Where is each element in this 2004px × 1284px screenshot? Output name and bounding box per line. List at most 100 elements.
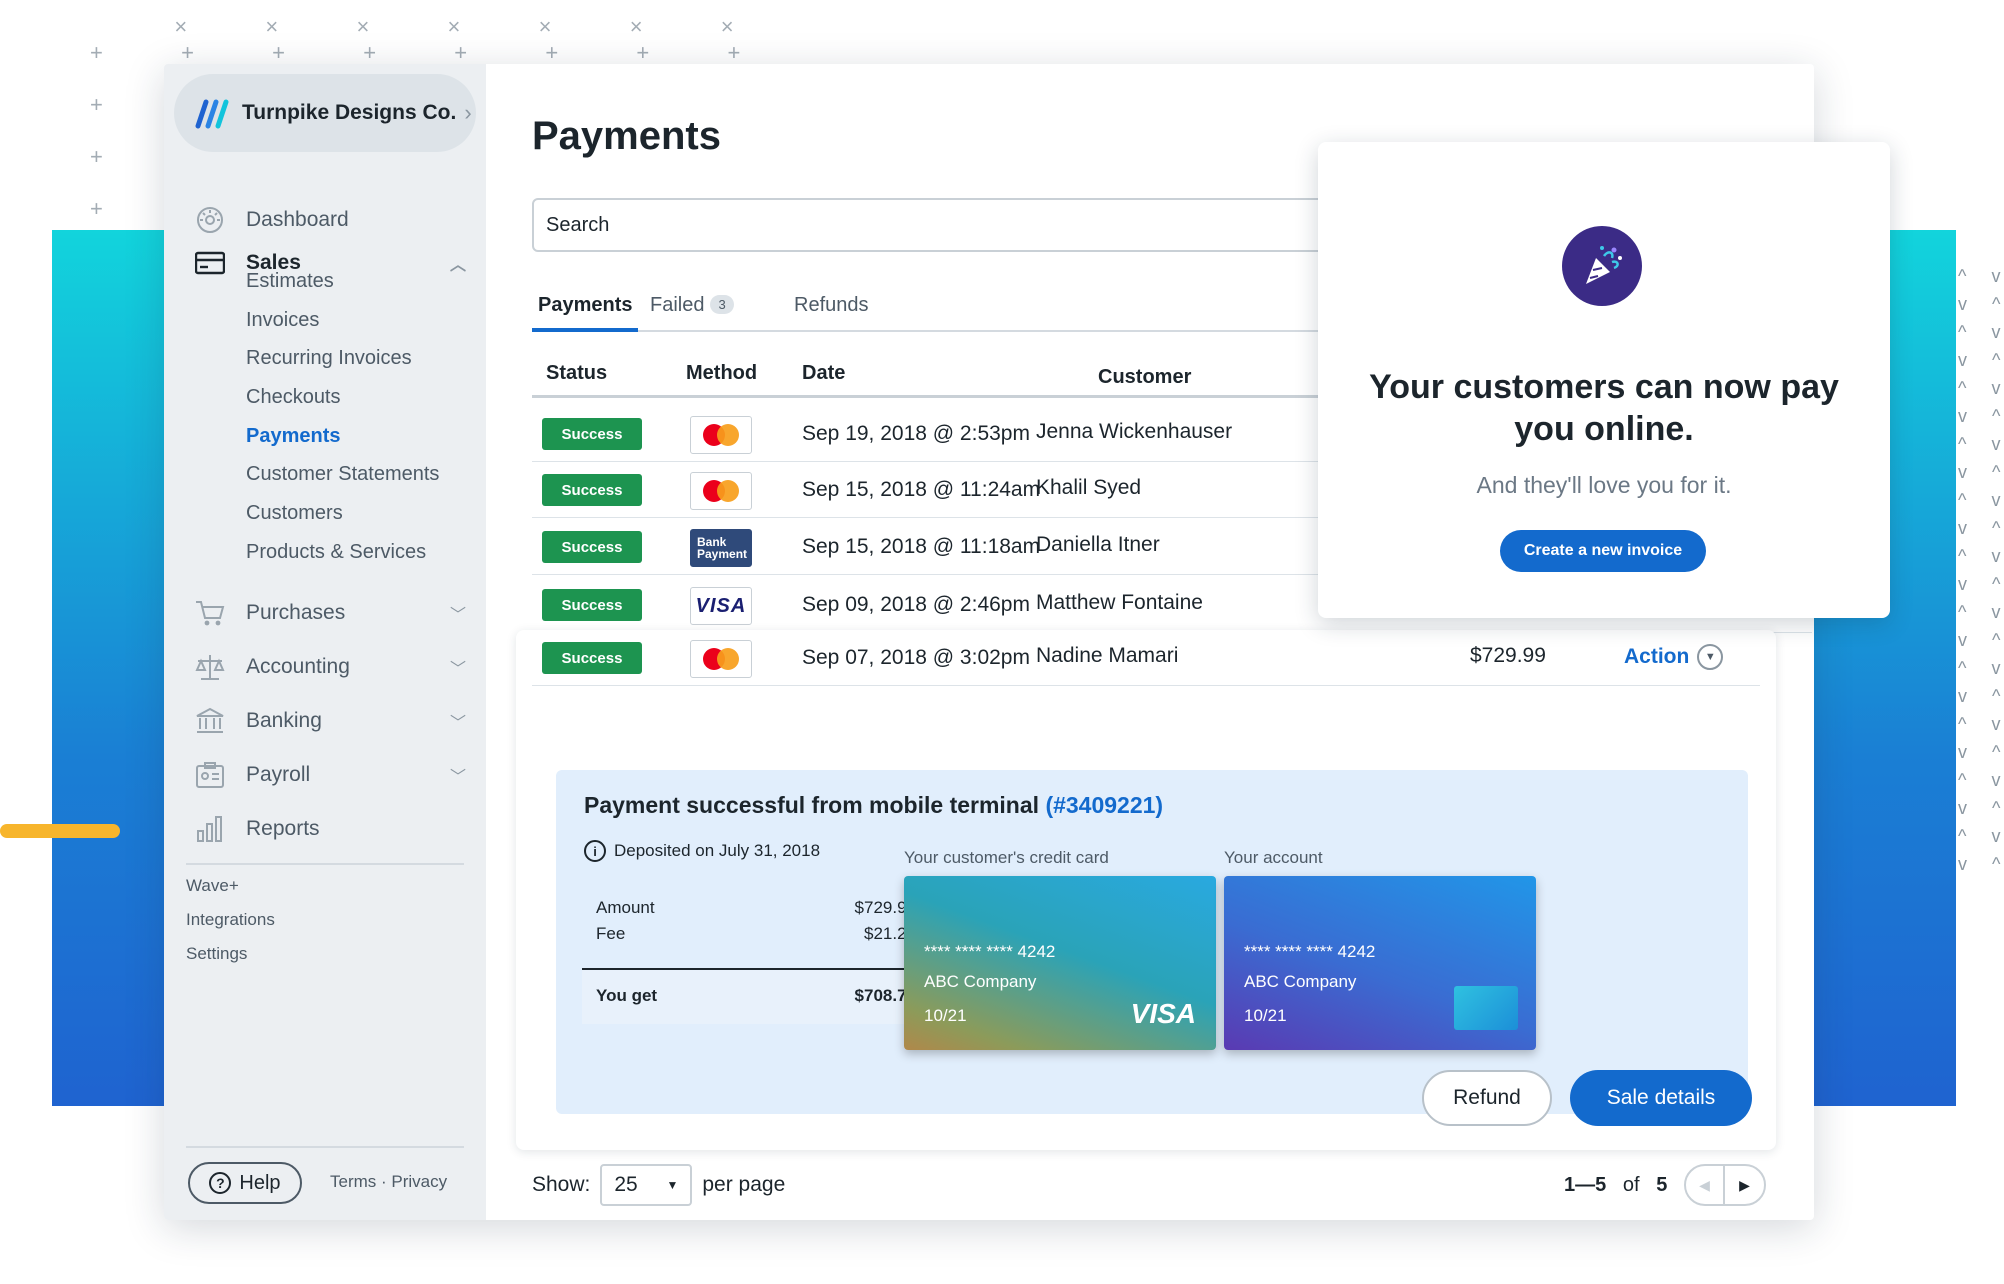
business-switcher[interactable]: Turnpike Designs Co. › — [174, 74, 476, 152]
amount-breakdown: Amount $729.99 Fee $21.22 You get $708.7… — [582, 890, 942, 1024]
detail-title-text: Payment successful from mobile terminal — [584, 792, 1040, 818]
of-label: of — [1622, 1174, 1640, 1196]
amount-label: Amount — [596, 898, 655, 917]
mastercard-icon — [690, 640, 752, 678]
payment-date: Sep 15, 2018 @ 11:18am — [802, 535, 1041, 558]
amount-row: Amount $729.99 — [596, 898, 916, 918]
per-page-select[interactable]: 25 ▼ — [600, 1164, 693, 1206]
question-icon: ? — [209, 1172, 232, 1194]
next-page-icon[interactable]: ▶ — [1725, 1166, 1764, 1204]
card-company: ABC Company — [924, 972, 1037, 991]
sidebar-item-invoices[interactable]: Invoices — [246, 309, 319, 332]
sidebar-link-integrations[interactable]: Integrations — [186, 910, 275, 930]
detail-title: Payment successful from mobile terminal … — [584, 792, 1163, 819]
chevron-down-icon: ﹀ — [449, 607, 466, 624]
bank-icon — [194, 705, 226, 737]
decorative-chevron-pattern: ^ v v ^ ^ v v ^ ^ v v ^ ^ v v ^ ^ v v ^ … — [1958, 266, 2000, 874]
status-badge: Success — [542, 474, 642, 506]
previous-page-icon[interactable]: ◀ — [1686, 1166, 1726, 1204]
cart-icon — [194, 597, 226, 629]
sidebar-link-wave-plus[interactable]: Wave+ — [186, 876, 239, 896]
customer-name: Matthew Fontaine — [1036, 591, 1203, 614]
decorative-yellow-bar — [0, 824, 120, 838]
payments-tabs: Payments Failed 3 Refunds — [532, 294, 1332, 332]
customer-credit-card: **** **** **** 4242 ABC Company 10/21 VI… — [904, 876, 1216, 1050]
chevron-down-icon: ﹀ — [449, 769, 466, 786]
nav-accounting[interactable]: Accounting ﹀ — [164, 645, 486, 689]
nav-label: Banking — [246, 709, 322, 732]
card-company: ABC Company — [1244, 972, 1357, 991]
payment-date: Sep 07, 2018 @ 3:02pm — [802, 646, 1030, 669]
terms-privacy-links[interactable]: Terms · Privacy — [330, 1172, 447, 1192]
nav-banking[interactable]: Banking ﹀ — [164, 699, 486, 743]
sidebar-item-products-services[interactable]: Products & Services — [246, 541, 426, 564]
sidebar: Turnpike Designs Co. › Dashboard Sales ︿… — [164, 64, 486, 1220]
column-header-status: Status — [546, 362, 608, 384]
payment-amount: $729.99 — [1470, 644, 1546, 667]
nav-dashboard[interactable]: Dashboard — [164, 198, 486, 242]
nav-purchases[interactable]: Purchases ﹀ — [164, 591, 486, 635]
customer-name: Khalil Syed — [1036, 476, 1142, 499]
nav-label: Dashboard — [246, 208, 349, 231]
popup-subtitle: And they'll love you for it. — [1476, 472, 1732, 498]
status-badge: Success — [542, 531, 642, 563]
chevron-down-icon: ﹀ — [449, 661, 466, 678]
sidebar-item-customer-statements[interactable]: Customer Statements — [246, 463, 439, 486]
per-page-label: per page — [702, 1173, 786, 1196]
action-dropdown[interactable]: Action ▼ — [1624, 644, 1724, 670]
status-badge: Success — [542, 589, 642, 621]
online-payments-popup: Your customers can now pay you online. A… — [1318, 142, 1890, 618]
nav-reports[interactable]: Reports — [164, 807, 486, 851]
total-value: 5 — [1656, 1174, 1668, 1196]
card-expiry: 10/21 — [924, 1006, 967, 1025]
card-number: **** **** **** 4242 — [924, 942, 1056, 961]
sidebar-link-settings[interactable]: Settings — [186, 944, 247, 964]
nav-payroll[interactable]: Payroll ﹀ — [164, 753, 486, 797]
column-header-customer[interactable]: Customer — [1098, 366, 1191, 389]
sidebar-item-payments[interactable]: Payments — [246, 425, 341, 448]
expanded-payment-panel: Success Sep 07, 2018 @ 3:02pm Nadine Mam… — [516, 630, 1776, 1150]
bar-chart-icon — [194, 813, 226, 845]
sale-details-button[interactable]: Sale details — [1570, 1070, 1752, 1126]
wave-logo-icon — [195, 99, 229, 129]
help-button[interactable]: ? Help — [188, 1162, 302, 1204]
transaction-reference-link[interactable]: (#3409221) — [1045, 792, 1163, 818]
range-value: 1—5 — [1564, 1174, 1607, 1196]
create-invoice-button[interactable]: Create a new invoice — [1500, 530, 1706, 572]
tab-payments[interactable]: Payments — [538, 294, 633, 317]
status-badge: Success — [542, 418, 642, 450]
active-tab-indicator — [532, 328, 638, 332]
payment-date: Sep 09, 2018 @ 2:46pm — [802, 593, 1030, 616]
account-label: Your account — [1224, 848, 1323, 867]
chevron-up-icon: ︿ — [449, 257, 466, 274]
party-popper-icon — [1562, 226, 1642, 306]
sidebar-item-recurring-invoices[interactable]: Recurring Invoices — [246, 347, 412, 370]
customer-name: Jenna Wickenhauser — [1036, 420, 1233, 443]
customer-name: Daniella Itner — [1036, 533, 1160, 556]
you-get-label: You get — [596, 986, 658, 1005]
sidebar-item-customers[interactable]: Customers — [246, 502, 343, 525]
column-header-date[interactable]: Date — [802, 362, 845, 385]
you-get-row: You get $708.77 — [596, 986, 916, 1006]
help-label: Help — [239, 1171, 281, 1194]
fee-label: Fee — [596, 924, 626, 943]
sidebar-item-checkouts[interactable]: Checkouts — [246, 386, 341, 409]
business-name: Turnpike Designs Co. — [242, 101, 457, 124]
deposit-info: i Deposited on July 31, 2018 — [584, 840, 820, 862]
per-page-control: Show: 25 ▼ per page — [532, 1164, 785, 1206]
mastercard-icon — [690, 416, 752, 454]
table-row[interactable]: Success Sep 07, 2018 @ 3:02pm Nadine Mam… — [532, 630, 1760, 686]
bank-payment-icon: Bank Payment — [690, 529, 752, 567]
customer-name: Nadine Mamari — [1036, 644, 1179, 667]
sales-icon — [194, 247, 226, 279]
pagination-range: 1—5 of 5 — [1564, 1174, 1667, 1197]
tab-failed[interactable]: Failed 3 — [650, 294, 734, 317]
chevron-down-icon: ▼ — [1697, 644, 1724, 670]
payment-date: Sep 15, 2018 @ 11:24am — [802, 478, 1041, 501]
tab-refunds[interactable]: Refunds — [794, 294, 869, 317]
sidebar-item-estimates[interactable]: Estimates — [246, 270, 334, 293]
refund-button[interactable]: Refund — [1422, 1070, 1552, 1126]
per-page-value: 25 — [614, 1173, 638, 1196]
customer-card-label: Your customer's credit card — [904, 848, 1109, 867]
card-expiry: 10/21 — [1244, 1006, 1287, 1025]
